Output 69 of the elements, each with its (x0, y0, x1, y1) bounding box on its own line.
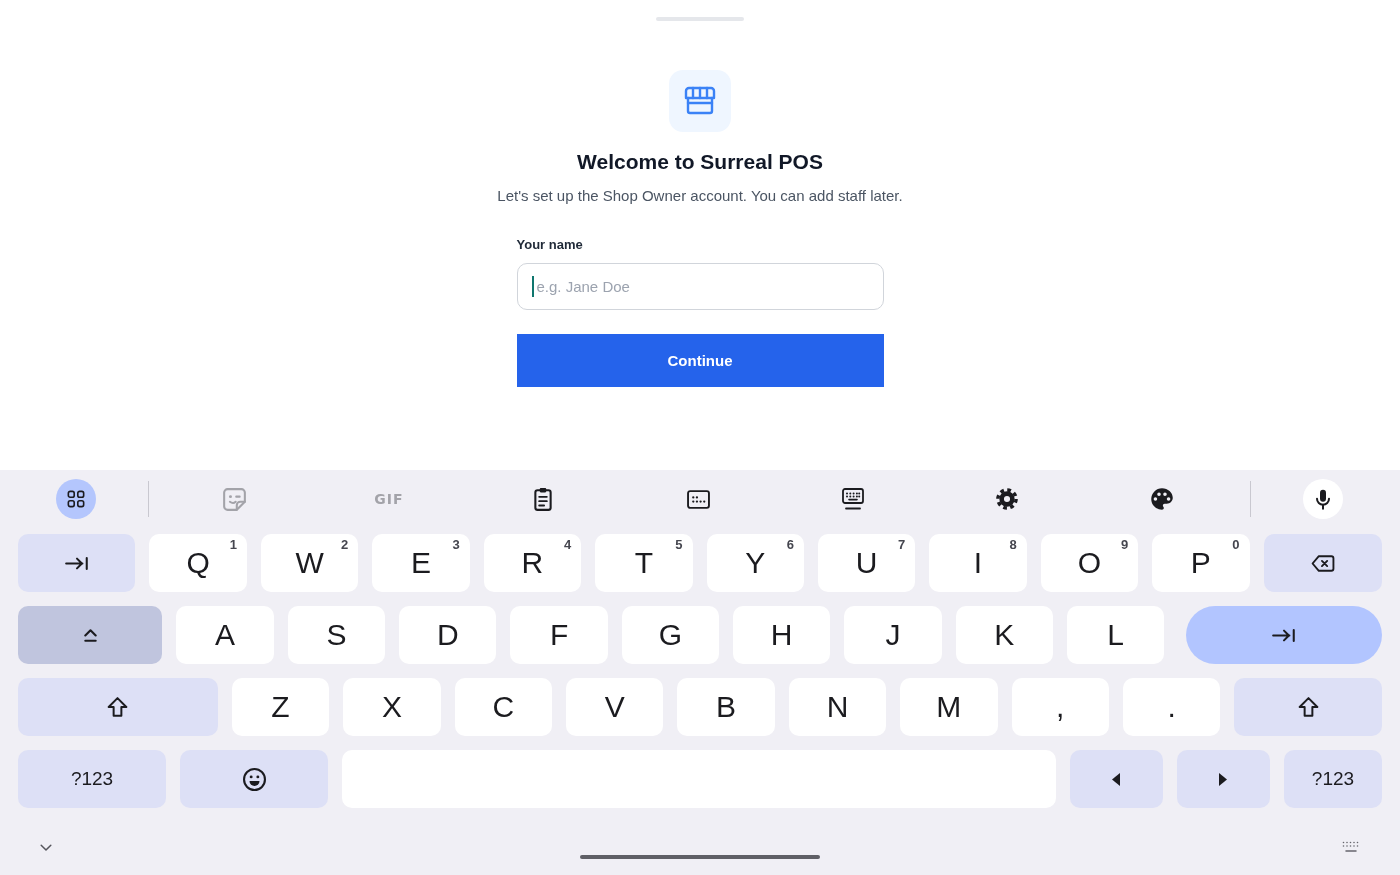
key-hint: 7 (898, 537, 906, 553)
palette-icon[interactable] (1150, 488, 1173, 510)
character-key[interactable]: V (566, 678, 664, 736)
character-key[interactable]: U 7 (817, 534, 916, 592)
settings-icon[interactable] (996, 488, 1019, 510)
microphone-icon (1316, 488, 1330, 510)
character-key[interactable]: N (788, 678, 887, 736)
character-key[interactable]: Q 1 (149, 534, 247, 592)
character-key[interactable]: G (621, 606, 720, 664)
shift-icon (107, 697, 129, 717)
key-hint: 0 (1232, 537, 1240, 553)
key-hint: 4 (563, 537, 572, 553)
character-key[interactable]: L (1066, 606, 1165, 664)
welcome-subtitle: Let's set up the Shop Owner account. You can add staff later. (497, 186, 903, 206)
key-hint: 9 (1120, 537, 1129, 553)
character-key[interactable]: R 4 (483, 534, 582, 592)
character-key[interactable]: . (1122, 678, 1221, 736)
character-key[interactable]: B (677, 678, 775, 736)
keypad-icon[interactable] (686, 489, 710, 509)
name-input-field[interactable]: e.g. Jane Doe (516, 263, 884, 310)
character-key[interactable]: W 2 (260, 534, 359, 592)
key-hint: 8 (1009, 537, 1017, 553)
key-hint: 5 (675, 537, 683, 553)
character-key[interactable]: J (844, 606, 942, 664)
symbols-key[interactable]: ?123 (18, 750, 167, 808)
character-key[interactable]: P 0 (1152, 534, 1250, 592)
menu-button[interactable] (56, 479, 96, 519)
character-key[interactable]: C (454, 678, 552, 736)
text-cursor-icon (531, 276, 534, 297)
character-key[interactable]: Y 6 (706, 534, 804, 592)
character-key[interactable]: , (1011, 678, 1109, 736)
storefront-icon (669, 70, 731, 132)
backspace-icon (1310, 554, 1335, 572)
triangle-right-icon (1219, 772, 1228, 786)
character-key[interactable]: X (343, 678, 441, 736)
smiley-icon (242, 767, 266, 791)
key-hint: 1 (229, 537, 237, 553)
backspace-key[interactable] (1263, 534, 1383, 592)
chevron-down-icon[interactable] (40, 844, 52, 852)
shift-icon (1297, 697, 1319, 717)
character-key[interactable]: O 9 (1040, 534, 1139, 592)
character-key[interactable]: F (510, 606, 608, 664)
tab-icon (1272, 628, 1297, 642)
triangle-left-icon (1112, 772, 1121, 786)
tab-icon (64, 556, 89, 570)
clipboard-icon[interactable] (534, 487, 553, 511)
character-key[interactable]: Z (231, 678, 330, 736)
character-key[interactable]: T 5 (595, 534, 693, 592)
key-hint: 3 (452, 537, 460, 553)
welcome-title: Welcome to Surreal POS (577, 149, 823, 175)
voice-input-button[interactable] (1303, 479, 1343, 519)
character-key[interactable]: A (176, 606, 274, 664)
field-label: Your name (516, 236, 583, 254)
symbols-key[interactable]: ?123 (1283, 750, 1382, 808)
emoji-key[interactable] (180, 750, 329, 808)
character-key[interactable]: S (287, 606, 386, 664)
character-key[interactable]: M (900, 678, 998, 736)
character-key[interactable]: E 3 (372, 534, 470, 592)
key-hint: 2 (341, 537, 349, 553)
grid-icon (67, 490, 85, 508)
keyboard-icon[interactable] (841, 488, 864, 510)
key-hint: 6 (786, 537, 794, 553)
character-key[interactable]: I 8 (929, 534, 1027, 592)
caret-line-icon (83, 628, 97, 642)
character-key[interactable]: H (733, 606, 831, 664)
continue-button[interactable]: Continue (516, 334, 884, 387)
toggle-key[interactable] (18, 606, 163, 664)
character-key[interactable]: D (399, 606, 497, 664)
character-key[interactable]: K (955, 606, 1053, 664)
